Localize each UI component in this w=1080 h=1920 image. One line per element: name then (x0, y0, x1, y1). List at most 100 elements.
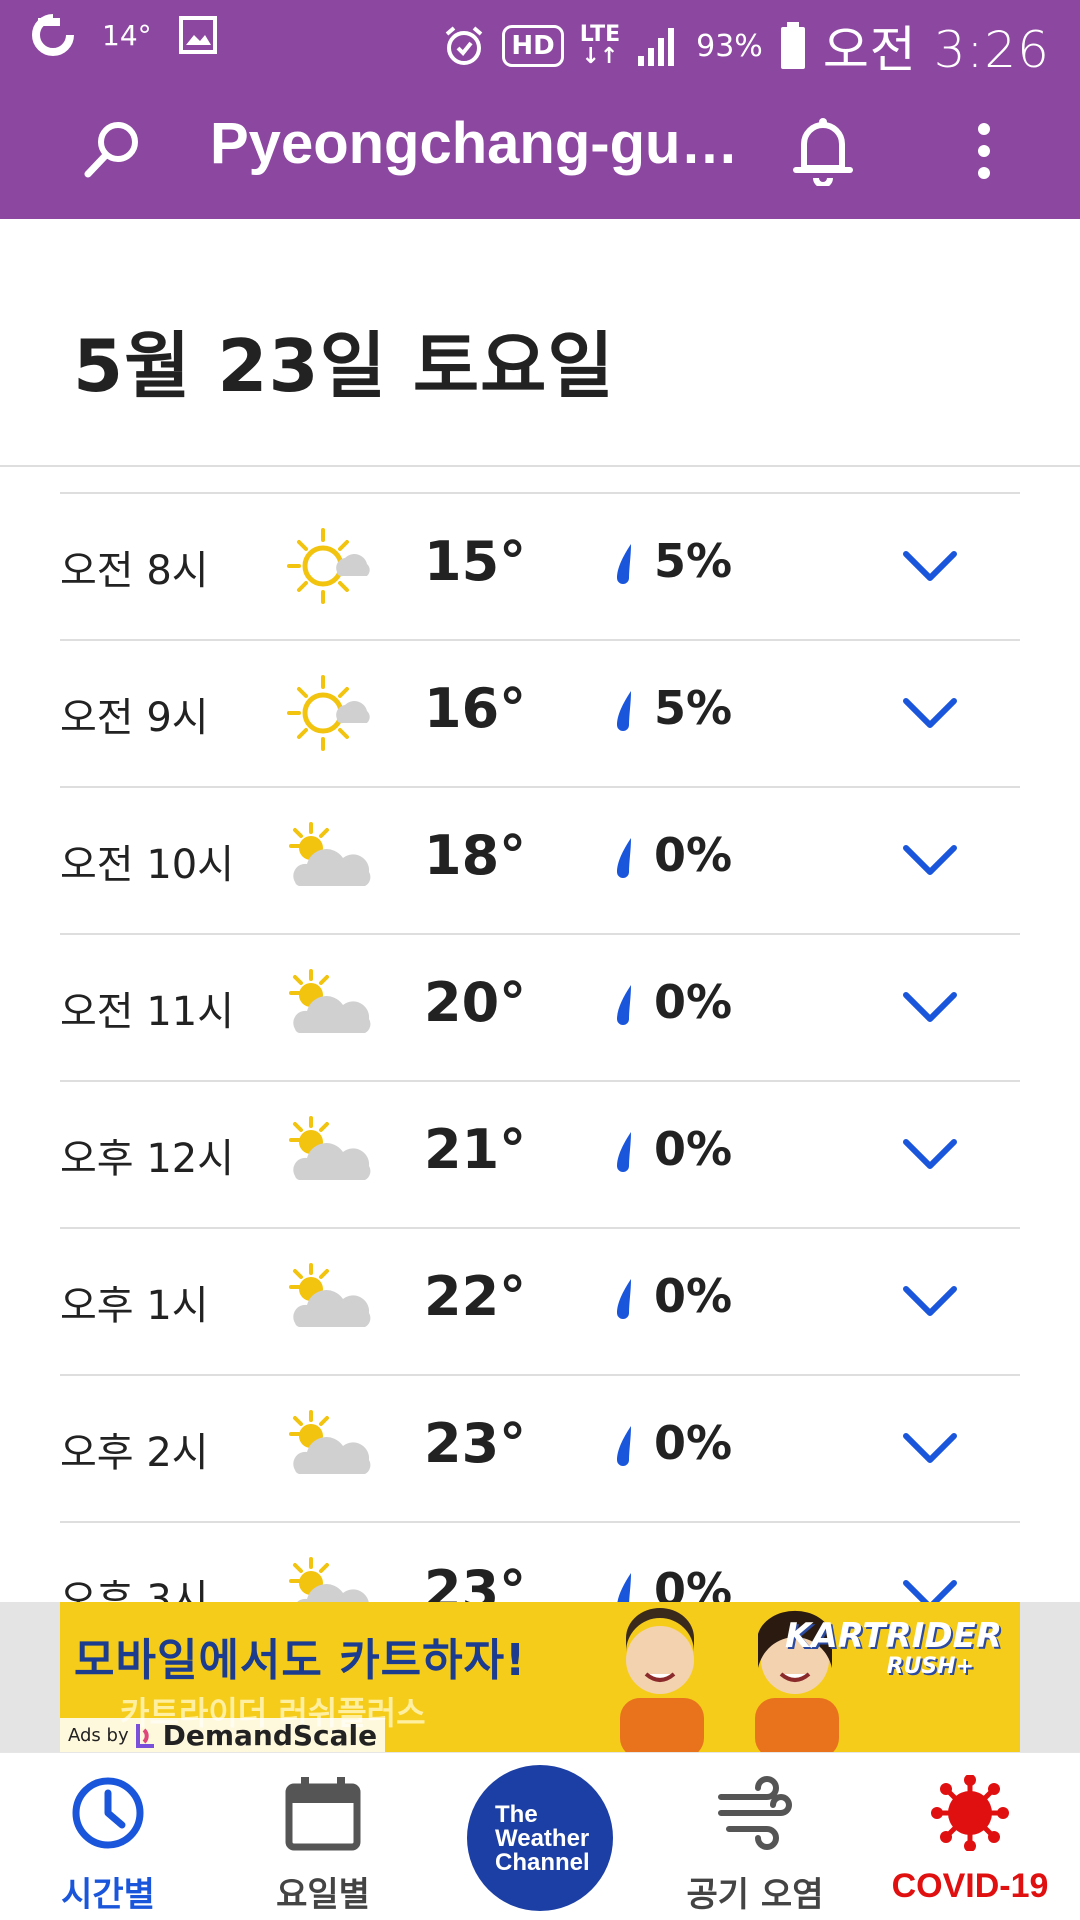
hourly-list[interactable]: 오전 8시 15° 5% 오전 9시 16° 5% 오전 10시 18° 0% … (0, 468, 1080, 1602)
chevron-down-icon[interactable] (902, 985, 958, 1029)
precip-chance: 0% (654, 1416, 733, 1470)
sun-cloud-icon (287, 675, 370, 751)
virus-icon (931, 1775, 1009, 1851)
chevron-down-icon[interactable] (902, 1573, 958, 1602)
precip-chance: 0% (654, 975, 733, 1029)
nav-daily[interactable]: 요일별 (223, 1753, 423, 1920)
precip-chance: 0% (654, 1122, 733, 1176)
precip-chance: 0% (654, 1269, 733, 1323)
ad-brand: KARTRIDER (785, 1616, 1002, 1656)
precip-chance: 5% (654, 681, 733, 735)
app-notification-icon (32, 14, 74, 56)
ad-network-name: DemandScale (162, 1718, 378, 1752)
app-bar: Pyeongchang-gun,... (0, 76, 1080, 219)
location-title[interactable]: Pyeongchang-gun,... (210, 110, 750, 177)
status-bar: 14° HD LTE ↓↑ 93% 오전 3:26 (0, 0, 1080, 79)
hour-label: 오전 10시 (60, 842, 235, 888)
search-icon[interactable] (80, 118, 144, 182)
hourly-row[interactable]: 오전 10시 18° 0% (60, 786, 1020, 933)
twc-logo-line3: Channel (495, 1849, 590, 1876)
hour-label: 오후 1시 (60, 1283, 209, 1329)
raindrop-icon (617, 1573, 631, 1602)
chevron-down-icon[interactable] (902, 544, 958, 588)
hour-label: 오후 3시 (60, 1577, 209, 1602)
more-vert-icon[interactable] (965, 121, 1003, 181)
raindrop-icon (617, 544, 631, 584)
chevron-down-icon[interactable] (902, 691, 958, 735)
nav-air-quality[interactable]: 공기 오염 (655, 1753, 855, 1920)
precip-chance: 0% (654, 828, 733, 882)
date-title: 5월 23일 토요일 (73, 324, 615, 408)
ad-brand-sub: RUSH+ (886, 1654, 975, 1679)
hour-label: 오전 11시 (60, 989, 235, 1035)
hd-voice-icon: HD (502, 25, 564, 67)
temperature: 20° (424, 971, 527, 1034)
hourly-row[interactable]: 오후 3시 23° 0% (60, 1521, 1020, 1602)
chevron-down-icon[interactable] (902, 1132, 958, 1176)
hour-label: 오전 9시 (60, 695, 209, 741)
twc-logo-line2: Weather (495, 1825, 590, 1852)
hour-label: 오후 2시 (60, 1430, 209, 1476)
hour-label: 오전 8시 (60, 548, 209, 594)
raindrop-icon (617, 691, 631, 731)
chevron-down-icon[interactable] (902, 1426, 958, 1470)
temperature: 16° (424, 677, 527, 740)
wind-icon (718, 1776, 792, 1850)
bell-icon[interactable] (790, 114, 856, 186)
partly-cloudy-icon (289, 1557, 369, 1602)
nav-hourly[interactable]: 시간별 (8, 1753, 208, 1920)
ad-headline: 모바일에서도 카트하자! (74, 1635, 527, 1686)
partly-cloudy-icon (289, 822, 371, 886)
lte-label: LTE (579, 22, 621, 47)
calendar-icon (285, 1777, 361, 1851)
raindrop-icon (617, 1132, 631, 1172)
sun-cloud-icon (287, 528, 370, 604)
status-left: 14° (30, 12, 218, 58)
hour-label: 오후 12시 (60, 1136, 235, 1182)
status-temperature: 14° (102, 18, 152, 52)
battery-icon (780, 22, 805, 69)
hourly-row[interactable]: 오후 1시 22° 0% (60, 1227, 1020, 1374)
raindrop-icon (617, 1279, 631, 1319)
hourly-row[interactable]: 오전 8시 15° 5% (60, 492, 1020, 639)
clock-icon (72, 1777, 144, 1849)
lte-icon: LTE ↓↑ (579, 22, 621, 69)
temperature: 18° (424, 824, 527, 887)
hourly-row[interactable]: 오전 9시 16° 5% (60, 639, 1020, 786)
partly-cloudy-icon (289, 1116, 371, 1180)
nav-covid-label: COVID-19 (891, 1867, 1049, 1905)
temperature: 15° (424, 530, 527, 593)
nav-covid[interactable]: COVID-19 (870, 1753, 1070, 1920)
ad-attribution[interactable]: Ads by DemandScale (60, 1718, 386, 1752)
chevron-down-icon[interactable] (902, 838, 958, 882)
status-clock: 오전 3:26 (822, 21, 1050, 79)
hourly-row[interactable]: 오전 11시 20° 0% (60, 933, 1020, 1080)
chevron-down-icon[interactable] (902, 1279, 958, 1323)
precip-chance: 5% (654, 534, 733, 588)
ads-by-label: Ads by (68, 1724, 129, 1746)
partly-cloudy-icon (289, 969, 371, 1033)
ad-banner[interactable]: 모바일에서도 카트하자! 카트라이더 러쉬플러스 KARTRIDER RUSH+… (60, 1602, 1020, 1752)
partly-cloudy-icon (289, 1410, 371, 1474)
alarm-icon (446, 26, 483, 65)
image-icon (178, 16, 217, 54)
raindrop-icon (617, 1426, 631, 1466)
nav-hourly-label: 시간별 (61, 1875, 155, 1915)
nav-daily-label: 요일별 (276, 1875, 370, 1915)
nav-air-quality-label: 공기 오염 (686, 1875, 824, 1915)
partly-cloudy-icon (289, 1263, 371, 1327)
bottom-nav: 시간별 요일별 The Weather Channel 공기 오염 COVID-… (0, 1752, 1080, 1920)
hourly-row[interactable]: 오후 12시 21° 0% (60, 1080, 1020, 1227)
weather-channel-logo-button[interactable]: The Weather Channel (467, 1765, 613, 1911)
twc-logo-line1: The (495, 1801, 538, 1828)
demandscale-logo-icon (135, 1724, 154, 1748)
raindrop-icon (617, 985, 631, 1025)
hourly-row[interactable]: 오후 2시 23° 0% (60, 1374, 1020, 1521)
raindrop-icon (617, 838, 631, 878)
temperature: 22° (424, 1265, 527, 1328)
status-right: HD LTE ↓↑ 93% 오전 3:26 (442, 10, 1050, 82)
date-header: 5월 23일 토요일 (0, 219, 1080, 467)
signal-icon (638, 28, 675, 66)
battery-percent: 93% (696, 28, 763, 64)
precip-chance: 0% (654, 1563, 733, 1602)
